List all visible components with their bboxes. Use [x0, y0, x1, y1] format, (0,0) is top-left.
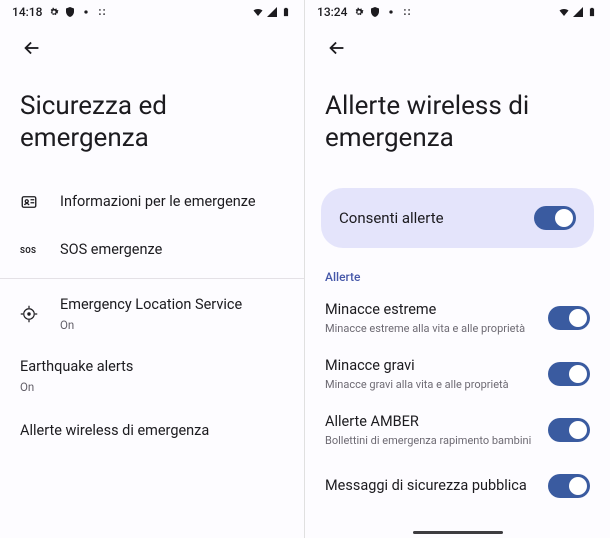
- signal-icon: [572, 6, 584, 18]
- gesture-nav-handle[interactable]: [413, 531, 503, 534]
- item-extreme-threats[interactable]: Minacce estreme Minacce estreme alla vit…: [305, 290, 610, 346]
- status-time: 14:18: [12, 5, 42, 19]
- battery-icon: [280, 6, 292, 18]
- shield-icon: [64, 6, 76, 18]
- status-bar: 13:24: [305, 0, 610, 24]
- item-severe-threats[interactable]: Minacce gravi Minacce gravi alla vita e …: [305, 346, 610, 402]
- section-header: Allerte: [305, 262, 610, 290]
- id-card-icon: [20, 193, 38, 211]
- item-label: SOS emergenze: [60, 240, 284, 260]
- sos-icon: SOS: [20, 246, 36, 255]
- page-title: Sicurezza ed emergenza: [0, 72, 304, 178]
- gear-icon: [48, 6, 60, 18]
- item-label: Allerte wireless di emergenza: [20, 421, 284, 441]
- back-button[interactable]: [317, 28, 357, 68]
- more-icon: [96, 6, 108, 18]
- divider: [0, 278, 304, 279]
- switch-amber[interactable]: [548, 418, 590, 442]
- item-label: Emergency Location Service: [60, 295, 284, 315]
- item-label: Allerte AMBER: [325, 412, 538, 432]
- status-bar: 14:18: [0, 0, 304, 24]
- item-label: Messaggi di sicurezza pubblica: [325, 476, 538, 496]
- switch-extreme[interactable]: [548, 306, 590, 330]
- page-title: Allerte wireless di emergenza: [305, 72, 610, 178]
- item-public-safety[interactable]: Messaggi di sicurezza pubblica: [305, 458, 610, 514]
- wifi-icon: [252, 6, 264, 18]
- item-wireless-alerts[interactable]: Allerte wireless di emergenza: [0, 407, 304, 455]
- master-toggle-allow-alerts[interactable]: Consenti allerte: [321, 188, 594, 248]
- item-sublabel: Minacce estreme alla vita e alle proprie…: [325, 322, 538, 336]
- back-arrow-icon: [21, 37, 43, 59]
- item-amber-alerts[interactable]: Allerte AMBER Bollettini di emergenza ra…: [305, 402, 610, 458]
- item-earthquake[interactable]: Earthquake alerts On: [0, 345, 304, 407]
- item-sublabel: Minacce gravi alla vita e alle proprietà: [325, 378, 538, 392]
- signal-icon: [266, 6, 278, 18]
- switch-public[interactable]: [548, 474, 590, 498]
- item-label: Minacce gravi: [325, 356, 538, 376]
- item-label: Informazioni per le emergenze: [60, 192, 284, 212]
- dot-icon: [80, 6, 92, 18]
- screen-safety-emergency: 14:18 Sicurezza ed emergenza: [0, 0, 305, 538]
- back-arrow-icon: [326, 37, 348, 59]
- battery-icon: [586, 6, 598, 18]
- shield-icon: [369, 6, 381, 18]
- gear-icon: [353, 6, 365, 18]
- master-toggle-label: Consenti allerte: [339, 209, 444, 227]
- item-sublabel: On: [20, 379, 284, 395]
- dot-icon: [385, 6, 397, 18]
- switch-allow-alerts[interactable]: [534, 206, 576, 230]
- back-button[interactable]: [12, 28, 52, 68]
- wifi-icon: [558, 6, 570, 18]
- item-emergency-info[interactable]: Informazioni per le emergenze: [0, 178, 304, 226]
- dual-screenshot: 14:18 Sicurezza ed emergenza: [0, 0, 610, 538]
- location-icon: [20, 305, 38, 323]
- item-sublabel: Bollettini di emergenza rapimento bambin…: [325, 434, 538, 448]
- item-label: Earthquake alerts: [20, 357, 284, 377]
- more-icon: [401, 6, 413, 18]
- switch-severe[interactable]: [548, 362, 590, 386]
- item-sos[interactable]: SOS SOS emergenze: [0, 226, 304, 274]
- item-els[interactable]: Emergency Location Service On: [0, 283, 304, 345]
- item-label: Minacce estreme: [325, 300, 538, 320]
- status-time: 13:24: [317, 5, 347, 19]
- item-sublabel: On: [60, 317, 284, 333]
- screen-wireless-alerts: 13:24 Allerte wireless di emerg: [305, 0, 610, 538]
